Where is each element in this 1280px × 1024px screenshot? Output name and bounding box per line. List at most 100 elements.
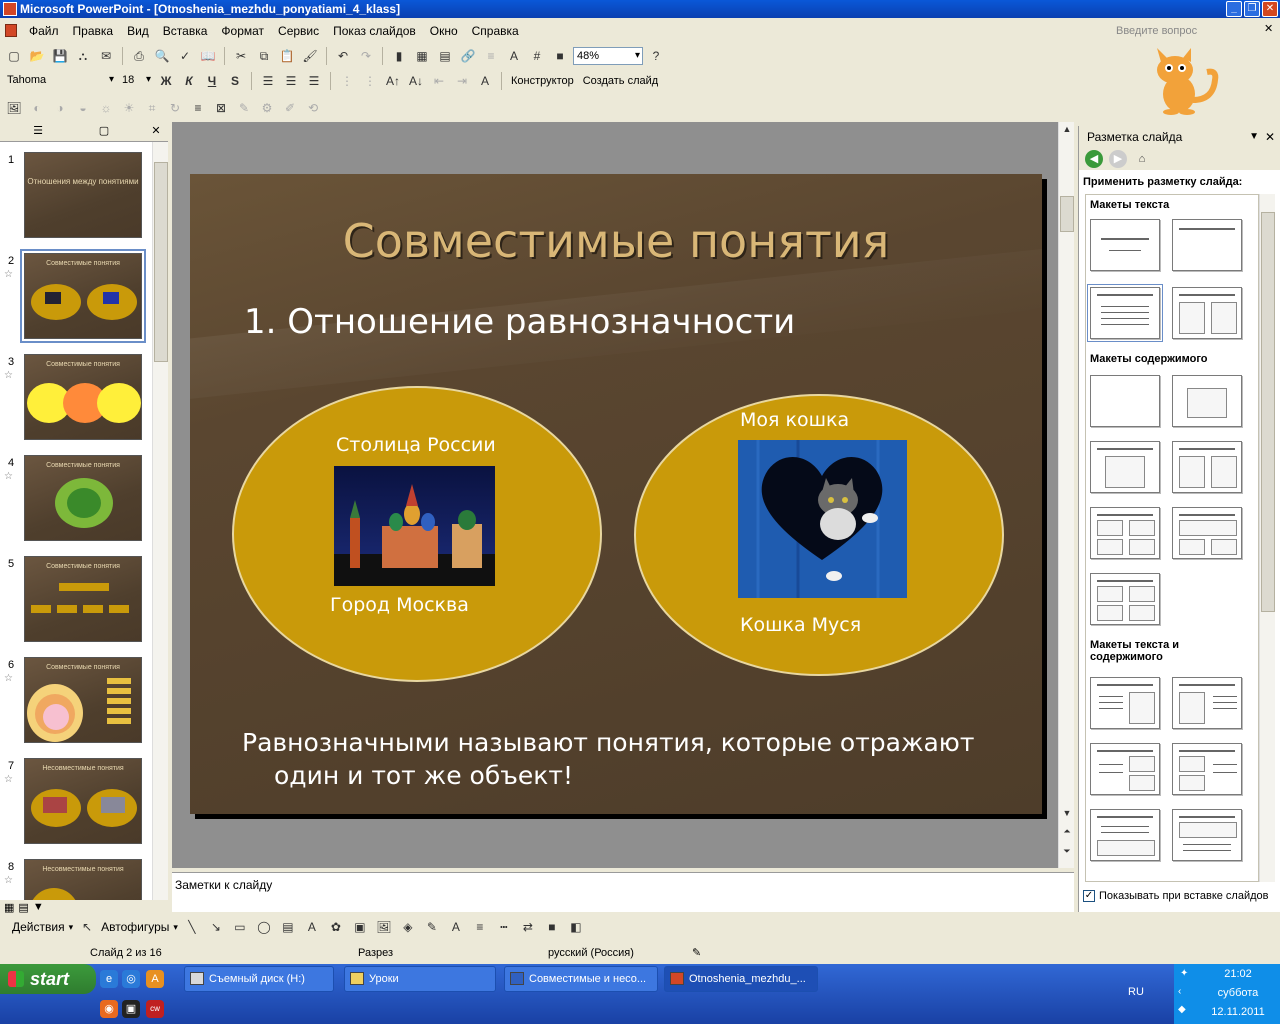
line-style-draw-icon[interactable]: ≡ [470,917,490,937]
align-center-icon[interactable]: ☰ [281,71,301,91]
autoshapes-menu[interactable]: Автофигуры [101,920,169,934]
align-left-icon[interactable]: ☰ [258,71,278,91]
layout-text-content-e[interactable] [1090,809,1160,861]
menu-format[interactable]: Формат [214,24,271,38]
permission-icon[interactable]: ⛬ [73,46,93,66]
new-icon[interactable]: ▢ [4,46,24,66]
arrow-icon[interactable]: ↘ [206,917,226,937]
next-slide-icon[interactable]: ⏷ [1059,846,1075,857]
menu-help[interactable]: Справка [465,24,526,38]
print-preview-icon[interactable]: 🔍 [152,46,172,66]
line-color-icon[interactable]: ✎ [422,917,442,937]
slide-sorter-icon[interactable]: ▤ [18,901,28,914]
task-lessons-folder[interactable]: Уроки [344,966,496,992]
layout-text-content-b[interactable] [1172,677,1242,729]
clock-time[interactable]: 21:02 [1198,968,1278,980]
cut-icon[interactable]: ✂ [231,46,251,66]
left-oval-top-label[interactable]: Столица России [336,434,496,456]
layout-content[interactable] [1172,375,1242,427]
reset-picture-icon[interactable]: ⟲ [303,98,323,118]
right-oval-bottom-label[interactable]: Кошка Муся [740,614,861,636]
close-pane-icon[interactable]: ✕ [148,124,164,138]
notes-pane[interactable]: Заметки к слайду [172,872,1074,912]
slide-thumb-4[interactable]: 4 ☆ Совместимые понятия [0,451,152,543]
bullets-icon[interactable]: ⋮ [360,71,380,91]
undo-icon[interactable]: ↶ [333,46,353,66]
table-icon[interactable]: ▦ [412,46,432,66]
open-icon[interactable]: 📂 [27,46,47,66]
slide-thumb-7[interactable]: 7 ☆ Несовместимые понятия [0,754,152,846]
menu-tools[interactable]: Сервис [271,24,326,38]
scroll-down-icon[interactable]: ▼ [1059,808,1075,818]
decrease-font-icon[interactable]: A↓ [406,71,426,91]
email-icon[interactable]: ✉ [96,46,116,66]
avast-icon[interactable]: A [146,970,164,988]
layout-text-content-c[interactable] [1090,743,1160,795]
close-document-icon[interactable]: ✕ [1264,22,1273,35]
compress-icon[interactable]: ⊠ [211,98,231,118]
slide-thumb-8[interactable]: 8 ☆ Несовместимые понятия [0,855,152,900]
menu-slideshow[interactable]: Показ слайдов [326,24,423,38]
kremlin-picture[interactable] [334,466,495,586]
slide-thumb-3[interactable]: 3 ☆ Совместимые понятия [0,350,152,442]
color-icon[interactable]: ◐ [27,98,47,118]
actions-menu[interactable]: Действия [12,920,65,934]
explorer-icon[interactable]: ◎ [122,970,140,988]
oval-icon[interactable]: ◯ [254,917,274,937]
document-icon[interactable] [5,24,17,37]
media-icon[interactable]: ▣ [122,1000,140,1018]
font-select[interactable]: Tahoma [4,72,116,90]
rotate-icon[interactable]: ↻ [165,98,185,118]
slides-tab[interactable]: ▢ [96,124,112,138]
recolor-icon[interactable]: ✎ [234,98,254,118]
redo-icon[interactable]: ↷ [356,46,376,66]
outline-tab[interactable]: ☰ [30,124,46,138]
left-oval-bottom-label[interactable]: Город Москва [330,594,469,616]
help-search-input[interactable]: Введите вопрос [1110,22,1240,40]
tables-borders-icon[interactable]: ▤ [435,46,455,66]
show-on-insert-checkbox[interactable]: ✓ Показывать при вставке слайдов [1083,890,1269,902]
arrow-style-icon[interactable]: ⇄ [518,917,538,937]
minimize-button[interactable]: _ [1226,1,1242,17]
color-grayscale-icon[interactable]: ■ [550,46,570,66]
layout-title-slide[interactable] [1090,219,1160,271]
bold-button[interactable]: Ж [156,71,176,91]
print-icon[interactable]: ⎙ [129,46,149,66]
slide-thumb-5[interactable]: 5 Совместимые понятия [0,552,152,644]
decrease-indent-icon[interactable]: ⇤ [429,71,449,91]
insert-picture-icon[interactable]: 🖼 [4,98,24,118]
designer-button[interactable]: Конструктор [508,75,577,87]
layout-title-content[interactable] [1090,441,1160,493]
layout-title-only[interactable] [1172,219,1242,271]
task-powerpoint[interactable]: Otnoshenia_mezhdu_... [664,966,818,992]
office-assistant-cat[interactable] [1135,46,1225,116]
scroll-thumb[interactable] [1060,196,1074,232]
slides-scrollbar[interactable] [152,142,168,900]
layout-text-content-f[interactable] [1172,809,1242,861]
back-icon[interactable]: ◀ [1085,150,1103,168]
picture-icon[interactable]: 🖼 [374,917,394,937]
less-brightness-icon[interactable]: ☀ [119,98,139,118]
underline-button[interactable]: Ч [202,71,222,91]
taskpane-menu-icon[interactable]: ▼ [1249,126,1259,148]
layouts-list[interactable]: Макеты текста Макеты содержимого Макеты … [1085,194,1259,882]
rectangle-icon[interactable]: ▭ [230,917,250,937]
font-size-select[interactable]: 18 [119,72,153,90]
zoom-select[interactable]: 48% [573,47,643,65]
format-painter-icon[interactable]: 🖌 [300,46,320,66]
normal-view-icon[interactable]: ▦ [4,901,14,914]
layout-blank[interactable] [1090,375,1160,427]
start-button[interactable]: start [0,964,96,994]
font-color-draw-icon[interactable]: A [446,917,466,937]
paste-icon[interactable]: 📋 [277,46,297,66]
shadow-button[interactable]: S [225,71,245,91]
fill-color-icon[interactable]: ◈ [398,917,418,937]
shadow-style-icon[interactable]: ■ [542,917,562,937]
new-slide-button[interactable]: Создать слайд [580,75,661,87]
layout-four-content-a[interactable] [1090,507,1160,559]
layout-text-content-d[interactable] [1172,743,1242,795]
slideshow-icon[interactable]: ▼ [33,901,44,914]
numbering-icon[interactable]: ⋮ [337,71,357,91]
crop-icon[interactable]: ⌗ [142,98,162,118]
task-word-document[interactable]: Совместимые и несо... [504,966,658,992]
